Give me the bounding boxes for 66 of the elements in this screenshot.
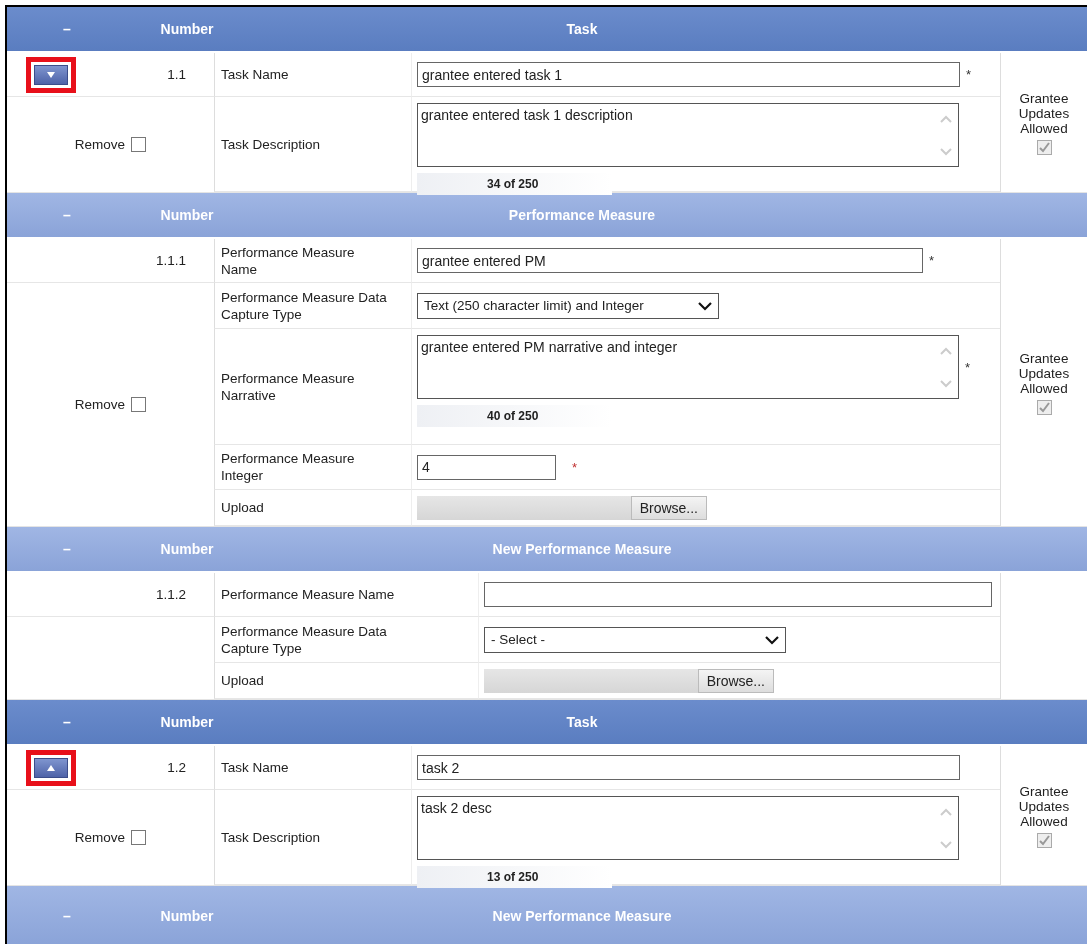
- remove-label: Remove: [74, 830, 126, 845]
- field-label: Performance Measure Name: [221, 586, 395, 603]
- field-label: Performance Measure Narrative: [221, 369, 356, 404]
- character-count: 34 of 250: [417, 173, 612, 195]
- updates-label: Grantee Updates Allowed: [1017, 350, 1071, 396]
- browse-button[interactable]: Browse...: [697, 668, 774, 693]
- field-label: Upload: [221, 672, 264, 689]
- move-button[interactable]: [34, 64, 68, 85]
- section-title: New Performance Measure: [492, 908, 672, 924]
- row-number: 1.2: [167, 760, 186, 775]
- browse-button[interactable]: Browse...: [630, 495, 707, 520]
- file-upload-field[interactable]: Browse...: [417, 495, 707, 520]
- column-header: Number: [160, 21, 214, 37]
- field-label: Upload: [221, 499, 264, 516]
- remove-checkbox[interactable]: [131, 830, 147, 845]
- integer-field[interactable]: 4: [417, 454, 556, 480]
- file-upload-field[interactable]: Browse...: [484, 668, 774, 693]
- row-number: 1.1.2: [155, 587, 186, 602]
- text-area[interactable]: grantee entered PM narrative and integer: [417, 335, 959, 399]
- text-field[interactable]: [484, 582, 992, 607]
- text-field[interactable]: grantee entered task 1: [417, 62, 960, 87]
- text-field[interactable]: grantee entered PM: [417, 248, 923, 273]
- field-label: Performance Measure Data Capture Type: [221, 288, 388, 323]
- row-number: 1.1: [167, 67, 186, 82]
- character-count: 13 of 250: [417, 866, 612, 888]
- required-mark: *: [572, 459, 578, 475]
- column-header: Number: [160, 541, 214, 557]
- required-mark: *: [966, 67, 972, 82]
- field-label: Performance Measure Name: [221, 243, 356, 278]
- scroll-arrows-icon: [939, 345, 953, 389]
- text-area[interactable]: grantee entered task 1 description: [417, 103, 959, 167]
- row-number: 1.1.1: [155, 253, 186, 268]
- remove-checkbox[interactable]: [131, 137, 147, 152]
- remove-checkbox[interactable]: [131, 397, 147, 412]
- chevron-icon: [765, 634, 779, 645]
- remove-label: Remove: [74, 397, 126, 412]
- field-label: Task Description: [221, 828, 321, 846]
- column-header: Number: [160, 908, 214, 924]
- collapse-toggle[interactable]: –: [63, 714, 71, 730]
- field-label: Task Name: [221, 66, 289, 83]
- field-label: Task Name: [221, 759, 289, 776]
- text-area[interactable]: task 2 desc: [417, 796, 959, 860]
- dropdown[interactable]: - Select -: [484, 626, 786, 653]
- updates-label: Grantee Updates Allowed: [1017, 90, 1071, 136]
- text-field[interactable]: task 2: [417, 755, 960, 780]
- collapse-toggle[interactable]: –: [63, 21, 71, 37]
- triangle-icon: [47, 71, 55, 78]
- move-button[interactable]: [34, 757, 68, 778]
- scroll-arrows-icon: [939, 806, 953, 850]
- column-header: Number: [160, 714, 214, 730]
- section-title: Task: [566, 714, 598, 730]
- scroll-arrows-icon: [939, 113, 953, 157]
- field-label: Performance Measure Data Capture Type: [221, 622, 388, 657]
- required-mark: *: [965, 359, 971, 375]
- field-label: Task Description: [221, 135, 321, 153]
- triangle-icon: [47, 764, 55, 771]
- required-mark: *: [929, 253, 935, 268]
- chevron-icon: [698, 300, 712, 311]
- updates-label: Grantee Updates Allowed: [1017, 783, 1071, 829]
- column-header: Number: [160, 207, 214, 223]
- remove-label: Remove: [74, 137, 126, 152]
- section-title: Task: [566, 21, 598, 37]
- section-title: Performance Measure: [508, 207, 656, 223]
- section-title: New Performance Measure: [492, 541, 672, 557]
- dropdown[interactable]: Text (250 character limit) and Integer: [417, 292, 719, 319]
- field-label: Performance Measure Integer: [221, 450, 356, 484]
